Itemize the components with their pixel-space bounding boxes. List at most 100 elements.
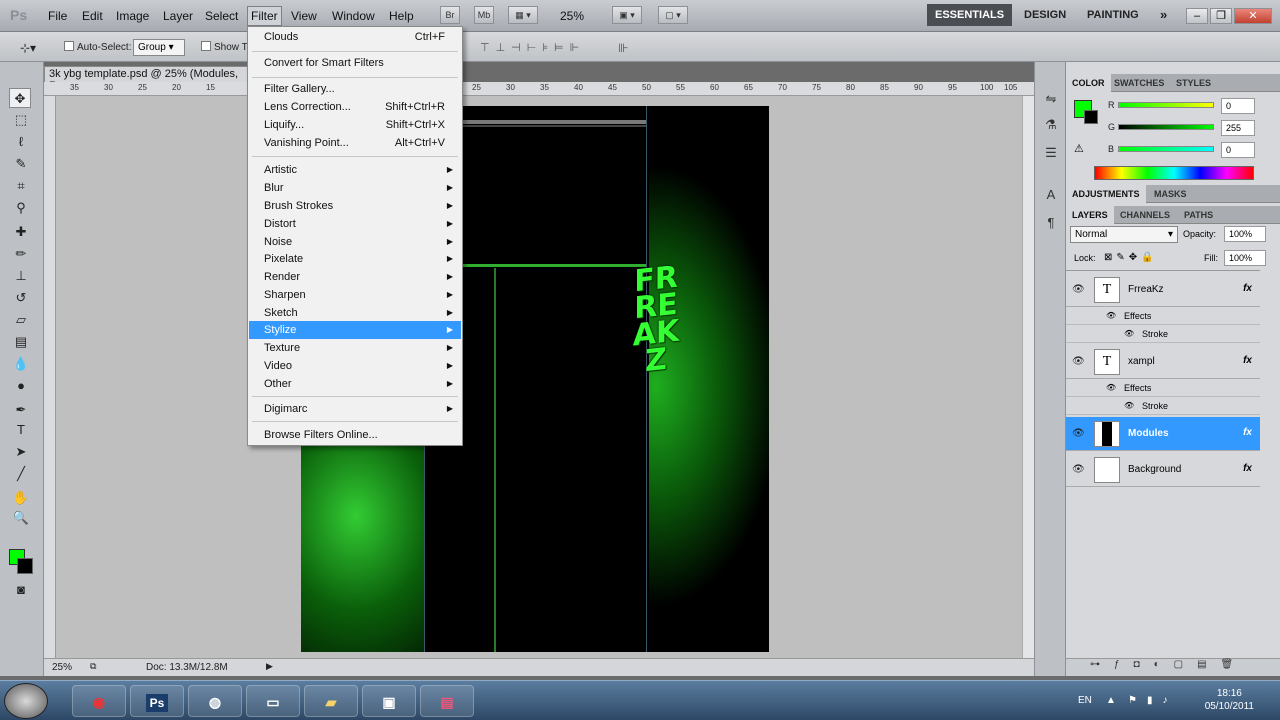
layer-row[interactable]: 👁 T FrreaKz fx: [1066, 273, 1260, 307]
view-extras-button[interactable]: ▦ ▾: [508, 6, 538, 24]
layer-effect-row[interactable]: 👁 Stroke: [1066, 325, 1260, 343]
b-slider[interactable]: [1118, 146, 1214, 152]
zoom-level[interactable]: 25%: [560, 9, 584, 23]
photoshop-taskbar-icon[interactable]: Ps: [130, 685, 184, 717]
g-slider[interactable]: [1118, 124, 1214, 130]
eye-icon[interactable]: 👁: [1072, 284, 1085, 295]
media-taskbar-icon[interactable]: ◍: [188, 685, 242, 717]
b-value[interactable]: 0: [1221, 142, 1255, 158]
clock[interactable]: 18:16 05/10/2011: [1205, 687, 1254, 713]
gamut-warning-icon[interactable]: ⚠: [1074, 142, 1084, 155]
zoom-status[interactable]: 25%: [52, 662, 72, 673]
align-icons[interactable]: ⊤⊥⊣⊢⊧⊨⊩: [480, 41, 585, 54]
layer-effects-row[interactable]: 👁 Effects: [1066, 307, 1260, 325]
filter-item-pixelate[interactable]: Pixelate ▶: [249, 250, 461, 268]
paragraph-panel-icon[interactable]: ¶: [1042, 214, 1060, 232]
menu-edit[interactable]: Edit: [82, 9, 103, 23]
move-tool-icon[interactable]: ✥: [9, 88, 31, 108]
r-value[interactable]: 0: [1221, 98, 1255, 114]
opacity-value[interactable]: 100%: [1224, 226, 1266, 242]
filter-item-vanishing-point[interactable]: Vanishing Point... Alt+Ctrl+V: [249, 134, 461, 152]
layers-footer-icons[interactable]: ⊶ƒ◘◐▢▤🗑: [1066, 658, 1280, 676]
crop-tool-icon[interactable]: ⌗: [10, 176, 32, 196]
g-value[interactable]: 255: [1221, 120, 1255, 136]
character-panel-icon[interactable]: A: [1042, 186, 1060, 204]
r-slider[interactable]: [1118, 102, 1214, 108]
quick-select-tool-icon[interactable]: ✎: [10, 154, 32, 174]
brush-presets-icon[interactable]: ☰: [1042, 144, 1060, 162]
arrange-documents-button[interactable]: ▣ ▾: [612, 6, 642, 24]
filter-item-render[interactable]: Render ▶: [249, 268, 461, 286]
fill-value[interactable]: 100%: [1224, 250, 1266, 266]
tab-styles[interactable]: STYLES: [1170, 74, 1217, 92]
tab-color[interactable]: COLOR: [1066, 74, 1111, 92]
filter-item-sharpen[interactable]: Sharpen ▶: [249, 286, 461, 304]
eye-icon[interactable]: 👁: [1124, 329, 1134, 338]
filter-item-blur[interactable]: Blur ▶: [249, 179, 461, 197]
workspace-essentials[interactable]: ESSENTIALS: [927, 4, 1013, 26]
brush-tool-icon[interactable]: ✏: [10, 244, 32, 264]
quick-mask-icon[interactable]: ◙: [10, 580, 32, 600]
chrome-taskbar-icon[interactable]: ◉: [72, 685, 126, 717]
tab-paths[interactable]: PATHS: [1178, 206, 1219, 224]
filter-item-sketch[interactable]: Sketch ▶: [249, 304, 461, 322]
blur-tool-icon[interactable]: 💧: [10, 354, 32, 374]
blend-mode-dropdown[interactable]: Normal ▾: [1070, 226, 1178, 243]
layer-row[interactable]: 👁 Background fx: [1066, 453, 1260, 487]
filter-item-other[interactable]: Other ▶: [249, 375, 461, 393]
restore-icon[interactable]: ❐: [1210, 8, 1232, 24]
eye-icon[interactable]: 👁: [1072, 428, 1085, 439]
filter-item-video[interactable]: Video ▶: [249, 357, 461, 375]
hand-tool-icon[interactable]: ✋: [10, 488, 32, 508]
layer-effects-row[interactable]: 👁 Effects: [1066, 379, 1260, 397]
layer-row-selected[interactable]: 👁 Modules fx: [1066, 417, 1260, 451]
color-bg-swatch[interactable]: [1084, 110, 1098, 124]
filter-item-artistic[interactable]: Artistic ▶: [249, 161, 461, 179]
auto-align-icon[interactable]: ⊪: [618, 41, 628, 55]
status-menu-arrow-icon[interactable]: ▶: [266, 661, 273, 672]
color-spectrum[interactable]: [1094, 166, 1254, 180]
fx-icon[interactable]: fx: [1243, 427, 1252, 438]
eyedropper-tool-icon[interactable]: ⚲: [10, 198, 32, 218]
menu-help[interactable]: Help: [389, 9, 414, 23]
more-workspaces-icon[interactable]: »: [1160, 4, 1167, 26]
workspace-design[interactable]: DESIGN: [1024, 4, 1066, 26]
line-tool-icon[interactable]: ╱: [10, 464, 32, 484]
tray-arrow-icon[interactable]: ▲: [1106, 695, 1116, 706]
dodge-tool-icon[interactable]: ●: [10, 376, 32, 396]
menu-view[interactable]: View: [291, 9, 317, 23]
winrar-taskbar-icon[interactable]: ▤: [420, 685, 474, 717]
menu-image[interactable]: Image: [116, 9, 149, 23]
type-tool-icon[interactable]: T: [10, 420, 32, 440]
eraser-tool-icon[interactable]: ▱: [10, 310, 32, 330]
eye-icon[interactable]: 👁: [1124, 401, 1134, 410]
zoom-tool-icon[interactable]: 🔍: [10, 508, 32, 528]
filter-item-lens-correction[interactable]: Lens Correction... Shift+Ctrl+R: [249, 98, 461, 116]
language-indicator[interactable]: EN: [1078, 695, 1092, 706]
clone-stamp-icon[interactable]: ⊥: [10, 266, 32, 286]
eye-icon[interactable]: 👁: [1106, 383, 1116, 392]
fx-icon[interactable]: fx: [1243, 283, 1252, 294]
document-tab[interactable]: 3k ybg template.psd @ 25% (Modules, R: [44, 66, 254, 92]
filter-item-convert-smart[interactable]: Convert for Smart Filters: [249, 54, 461, 72]
gradient-tool-icon[interactable]: ▤: [10, 332, 32, 352]
tab-swatches[interactable]: SWATCHES: [1108, 74, 1170, 92]
menu-window[interactable]: Window: [332, 9, 375, 23]
healing-brush-icon[interactable]: ✚: [10, 222, 32, 242]
eye-icon[interactable]: 👁: [1072, 464, 1085, 475]
filter-item-gallery[interactable]: Filter Gallery...: [249, 80, 461, 98]
eye-icon[interactable]: 👁: [1072, 356, 1085, 367]
minibridge-button[interactable]: Mb: [474, 6, 494, 24]
auto-select-checkbox[interactable]: Auto-Select:: [64, 41, 131, 53]
history-panel-icon[interactable]: ⇋: [1042, 90, 1060, 108]
eye-icon[interactable]: 👁: [1106, 311, 1116, 320]
path-select-tool-icon[interactable]: ➤: [10, 442, 32, 462]
filter-item-stylize[interactable]: Stylize ▶: [249, 321, 461, 339]
filter-item-liquify[interactable]: Liquify... Shift+Ctrl+X: [249, 116, 461, 134]
filter-item-noise[interactable]: Noise ▶: [249, 233, 461, 251]
show-transform-checkbox[interactable]: Show T: [201, 41, 248, 53]
move-tool-icon[interactable]: ⊹▾: [20, 41, 36, 55]
lock-icons[interactable]: ⊠✎✥🔒: [1104, 252, 1158, 263]
background-color-swatch[interactable]: [17, 558, 33, 574]
workspace-painting[interactable]: PAINTING: [1087, 4, 1139, 26]
